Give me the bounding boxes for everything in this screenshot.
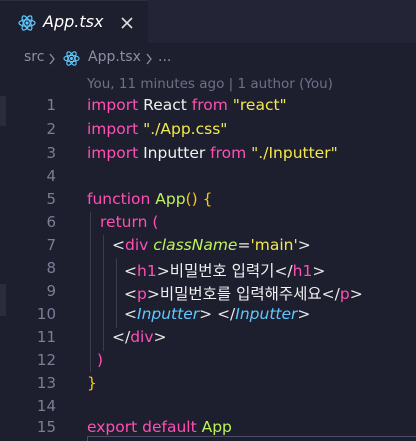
code-line-1: import React from "react" [87,96,287,114]
code-line-8: <h1>비밀번호 입력기</h1> [124,262,326,280]
code-line-6: return ( [100,213,159,231]
line-number: 3 [46,144,56,162]
line-number: 11 [36,328,56,346]
react-icon [63,51,80,66]
line-number: 7 [46,236,56,254]
code-line-7: <div className='main'> [112,236,311,254]
code-line-12: ) [97,351,104,369]
tab-app-tsx[interactable]: App.tsx [0,0,148,43]
line-number: 14 [36,397,56,415]
react-icon [18,14,36,36]
line-number: 10 [36,305,56,323]
breadcrumb-folder[interactable]: src [24,49,44,65]
line-number: 15 [36,418,56,436]
tab-bar: App.tsx [0,0,416,43]
code-line-9: <p>비밀번호를 입력해주세요</p> [124,285,363,303]
breadcrumb-file[interactable]: App.tsx [88,49,141,65]
line-number: 8 [46,259,56,277]
code-line-15: export default App [87,418,232,436]
line-number: 6 [46,213,56,231]
line-number: 5 [46,190,56,208]
code-line-2: import "./App.css" [87,120,228,138]
breadcrumb: src App.tsx ... [0,47,416,71]
code-line-11: </div> [112,328,167,346]
line-number: 4 [46,167,56,185]
indent-guide [116,258,117,328]
line-number: 9 [46,282,56,300]
indent-guide [103,235,104,351]
code-line-3: import Inputter from "./Inputter" [87,144,338,162]
code-line-5: function App() { [87,190,213,208]
indent-guide [90,212,91,372]
git-blame-annotation[interactable]: You, 11 minutes ago | 1 author (You) [87,76,333,92]
breadcrumb-more[interactable]: ... [158,49,171,65]
peek-widget-edge [87,436,416,441]
line-number: 1 [46,96,56,114]
chevron-right-icon [49,53,55,65]
code-line-13: } [87,374,97,392]
line-number: 2 [46,120,56,138]
tab-label: App.tsx [43,12,104,31]
chevron-right-icon [146,53,152,65]
close-icon[interactable] [120,15,134,34]
line-number: 12 [36,351,56,369]
code-line-10: <Inputter> </Inputter> [124,305,311,323]
line-number: 13 [36,374,56,392]
